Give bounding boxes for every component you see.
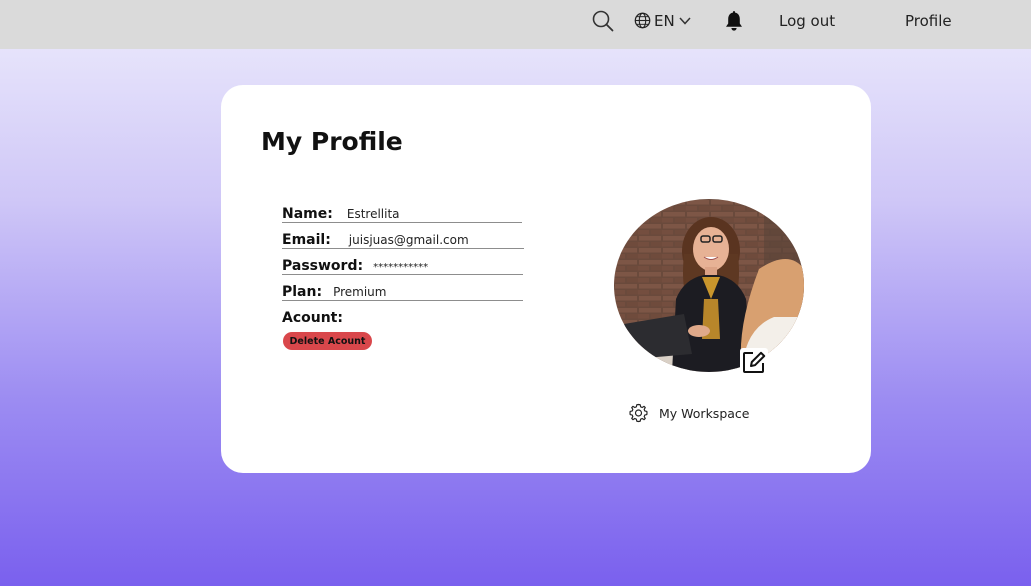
profile-card: My Profile Name: Estrellita Email: juisj… [221, 85, 871, 473]
plan-underline [282, 300, 523, 301]
notifications-button[interactable] [723, 0, 745, 41]
name-label: Name: [282, 206, 333, 222]
plan-value: Premium [333, 285, 387, 299]
account-field: Acount: [282, 310, 343, 326]
profile-photo [614, 199, 804, 372]
account-label: Acount: [282, 310, 343, 326]
edit-photo-button[interactable] [740, 348, 768, 376]
language-selector[interactable]: EN [634, 0, 692, 41]
name-value: Estrellita [346, 207, 400, 221]
email-underline [282, 248, 524, 249]
email-label: Email: [282, 232, 331, 248]
name-field: Name: Estrellita [282, 206, 522, 223]
gear-icon [629, 403, 648, 423]
password-underline [282, 274, 523, 275]
plan-label: Plan: [282, 284, 323, 300]
page-title: My Profile [261, 127, 403, 156]
email-field: Email: juisjuas@gmail.com [282, 232, 524, 249]
globe-icon [634, 12, 651, 29]
search-button[interactable] [592, 0, 614, 41]
profile-photo-image [614, 199, 804, 372]
my-workspace-label: My Workspace [659, 405, 750, 421]
edit-icon [743, 351, 766, 373]
password-value: *********** [373, 262, 429, 273]
email-value: juisjuas@gmail.com [348, 233, 469, 247]
plan-field: Plan: Premium [282, 284, 523, 301]
profile-link[interactable]: Profile [905, 0, 952, 41]
password-label: Password: [282, 258, 364, 274]
chevron-down-icon [679, 16, 691, 25]
name-underline [282, 222, 522, 223]
logout-link[interactable]: Log out [779, 0, 835, 41]
delete-account-button[interactable]: Delete Acount [283, 332, 372, 350]
language-label: EN [654, 11, 675, 30]
password-field: Password: *********** [282, 258, 523, 275]
bell-icon [726, 10, 742, 31]
top-navbar: EN Log out Profile [0, 0, 1031, 49]
search-icon [592, 10, 614, 31]
my-workspace-link[interactable]: My Workspace [627, 403, 749, 423]
